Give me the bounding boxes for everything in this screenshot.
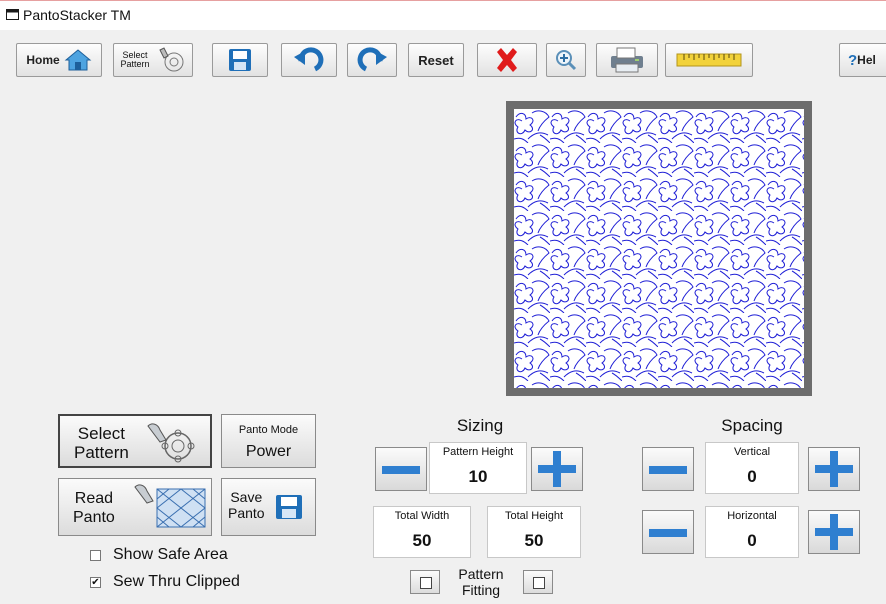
vertical-decrease-button[interactable] [642, 447, 694, 491]
undo-button[interactable] [281, 43, 337, 77]
spacing-title: Spacing [721, 416, 783, 435]
minus-icon [649, 529, 687, 537]
show-safe-area-label: Show Safe Area [113, 546, 228, 563]
horizontal-label: Horizontal [727, 510, 777, 522]
help-icon: ? [848, 51, 858, 69]
square-icon [533, 577, 545, 589]
undo-icon [294, 47, 324, 72]
pattern-height-label: Pattern Height [442, 446, 514, 458]
pointer-quilt-icon [134, 484, 206, 528]
total-height-box[interactable]: Total Height 50 [487, 506, 581, 558]
help-button[interactable]: ? Hel [839, 43, 886, 77]
zoom-in-button[interactable] [546, 43, 586, 77]
select-pattern-label: Select Pattern [74, 424, 129, 462]
vertical-spacing-box[interactable]: Vertical 0 [705, 442, 799, 494]
pattern-height-decrease-button[interactable] [375, 447, 427, 491]
minus-icon [649, 466, 687, 474]
pantograph-pattern [514, 109, 804, 388]
plus-icon [815, 514, 853, 550]
read-panto-button[interactable]: Read Panto [58, 478, 212, 536]
plus-icon [815, 451, 853, 487]
home-button[interactable]: Home [16, 43, 102, 77]
pattern-fitting-label: Pattern Fitting [458, 566, 504, 598]
pattern-preview-frame [506, 101, 812, 396]
sew-thru-clipped-checkbox[interactable]: ✔ [90, 576, 101, 588]
total-width-label: Total Width [394, 510, 450, 522]
read-panto-label: Read Panto [73, 490, 115, 526]
save-button[interactable] [212, 43, 268, 77]
panto-mode-label: Panto Mode [238, 424, 299, 436]
window-title: PantoStacker TM [23, 7, 131, 23]
pattern-fitting-right-button[interactable] [523, 570, 553, 594]
floppy-disk-icon [229, 49, 251, 71]
vertical-label: Vertical [733, 446, 771, 458]
app-icon [6, 9, 19, 20]
horizontal-spacing-box[interactable]: Horizontal 0 [705, 506, 799, 558]
ruler-icon [676, 53, 742, 67]
pattern-height-increase-button[interactable] [531, 447, 583, 491]
pattern-preview-canvas[interactable] [514, 109, 804, 388]
panto-mode-button[interactable]: Panto Mode Power [221, 414, 316, 468]
plus-icon [538, 451, 576, 487]
square-icon [420, 577, 432, 589]
show-safe-area-option[interactable]: Show Safe Area [90, 546, 228, 564]
redo-button[interactable] [347, 43, 397, 77]
title-bar: PantoStacker TM [0, 0, 886, 31]
pointer-flower-icon [147, 423, 195, 463]
printer-icon [611, 47, 643, 73]
sizing-title: Sizing [456, 416, 504, 435]
select-pattern-button[interactable]: Select Pattern [58, 414, 212, 468]
floppy-disk-icon [276, 495, 302, 519]
total-height-value: 50 [524, 531, 544, 550]
show-safe-area-checkbox[interactable] [90, 549, 101, 561]
panto-mode-value: Power [245, 443, 292, 460]
reset-label: Reset [418, 52, 454, 68]
total-width-box[interactable]: Total Width 50 [373, 506, 471, 558]
vertical-increase-button[interactable] [808, 447, 860, 491]
vertical-value: 0 [747, 467, 757, 486]
select-pattern-toolbar-button[interactable]: Select Pattern [113, 43, 193, 77]
horizontal-increase-button[interactable] [808, 510, 860, 554]
pattern-height-value: 10 [468, 467, 488, 486]
toolbar: Home Select Pattern Reset ? Hel [0, 30, 886, 96]
select-pattern-toolbar-label: Select Pattern [120, 50, 150, 69]
horizontal-value: 0 [747, 531, 757, 550]
save-panto-button[interactable]: Save Panto [221, 478, 316, 536]
save-panto-label: Save Panto [228, 489, 265, 521]
home-label: Home [26, 53, 60, 67]
sew-thru-clipped-option[interactable]: ✔ Sew Thru Clipped [90, 573, 240, 591]
ruler-button[interactable] [665, 43, 753, 77]
redo-icon [357, 47, 387, 72]
help-label: Hel [857, 53, 876, 67]
total-height-label: Total Height [504, 510, 564, 522]
reset-button[interactable]: Reset [408, 43, 464, 77]
pattern-fitting-left-button[interactable] [410, 570, 440, 594]
pattern-height-box[interactable]: Pattern Height 10 [429, 442, 527, 494]
house-icon [64, 49, 92, 71]
magnifier-plus-icon [556, 50, 577, 71]
print-button[interactable] [596, 43, 658, 77]
delete-button[interactable] [477, 43, 537, 77]
pointer-flower-icon [158, 47, 184, 72]
horizontal-decrease-button[interactable] [642, 510, 694, 554]
sew-thru-clipped-label: Sew Thru Clipped [113, 573, 240, 590]
red-x-icon [497, 48, 517, 72]
minus-icon [382, 466, 420, 474]
total-width-value: 50 [412, 531, 432, 550]
